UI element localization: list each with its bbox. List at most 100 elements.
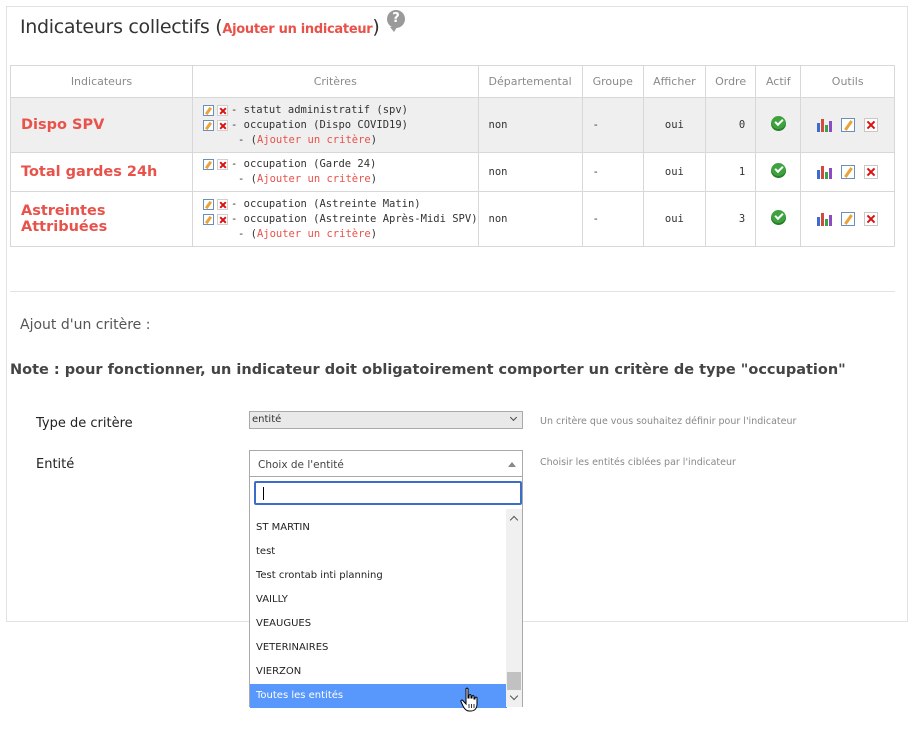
add-criterion-link[interactable]: Ajouter un critère	[257, 133, 371, 148]
entity-dropdown: ST MARTIN test Test crontab inti plannin…	[249, 476, 523, 708]
header-outils: Outils	[800, 65, 895, 98]
add-criterion-suffix: )	[370, 227, 378, 240]
active-check-icon[interactable]	[770, 210, 786, 225]
edit-criterion-icon[interactable]	[202, 104, 214, 116]
chart-icon[interactable]	[817, 212, 833, 226]
entity-placeholder: Choix de l'entité	[258, 459, 344, 471]
text-caret	[263, 487, 264, 500]
entity-option[interactable]: test	[250, 540, 507, 564]
scroll-up-icon[interactable]	[509, 515, 519, 525]
criterion-text: - occupation (Dispo COVID19)	[230, 118, 408, 131]
criterion-text: - statut administratif (spv)	[230, 103, 408, 116]
page-title: Indicateurs collectifs (Ajouter un indic…	[20, 16, 380, 38]
departemental-cell: non	[477, 152, 583, 192]
afficher-cell: oui	[642, 152, 706, 192]
table-row: Total gardes 24h - occupation (Garde 24)…	[10, 152, 895, 192]
criterion-type-value: entité	[252, 414, 282, 425]
criterion-type-hint: Un critère que vous souhaitez définir po…	[540, 416, 797, 427]
table-row: Astreintes Attribuées - occupation (Astr…	[10, 191, 895, 247]
criterion-item: - occupation (Astreinte Matin)	[202, 197, 478, 212]
criterion-text: - occupation (Astreinte Après-Midi SPV)	[230, 212, 478, 225]
entity-option[interactable]: VETERINAIRES	[250, 636, 507, 660]
actif-cell	[755, 152, 802, 192]
groupe-cell: -	[581, 152, 644, 192]
entity-hint: Choisir les entités ciblées par l'indica…	[540, 457, 736, 468]
add-criterion-line: - (Ajouter un critère)	[203, 133, 478, 148]
tools-cell	[800, 191, 895, 247]
edit-criterion-icon[interactable]	[202, 198, 214, 210]
entity-option[interactable]: Test crontab inti planning	[250, 564, 507, 588]
entity-option[interactable]: VAILLY	[250, 588, 507, 612]
edit-criterion-icon[interactable]	[202, 213, 214, 225]
header-afficher: Afficher	[642, 65, 706, 98]
criterion-type-select[interactable]: entité	[249, 411, 523, 429]
entity-options-list: ST MARTIN test Test crontab inti plannin…	[250, 516, 507, 708]
add-criterion-prefix: - (	[237, 227, 257, 240]
header-groupe: Groupe	[581, 65, 644, 98]
entity-option[interactable]: VEAUGUES	[250, 612, 507, 636]
hand-cursor-icon	[460, 687, 478, 712]
indicator-name[interactable]: Astreintes Attribuées	[10, 191, 193, 247]
criteria-cell: - occupation (Astreinte Matin) - occupat…	[191, 191, 479, 247]
active-check-icon[interactable]	[770, 116, 786, 131]
header-criteres: Critères	[191, 65, 479, 98]
entity-search-input[interactable]	[254, 481, 522, 505]
entity-option[interactable]: ST MARTIN	[250, 516, 507, 540]
entity-select[interactable]: Choix de l'entité	[249, 450, 523, 476]
indicator-name[interactable]: Total gardes 24h	[10, 152, 193, 192]
delete-criterion-icon[interactable]	[216, 198, 228, 210]
ordre-cell: 1	[704, 152, 757, 192]
add-criterion-suffix: )	[370, 173, 378, 185]
criterion-item: - occupation (Garde 24)	[202, 157, 478, 172]
add-indicator-link[interactable]: Ajouter un indicateur	[222, 22, 372, 37]
edit-icon[interactable]	[841, 118, 856, 132]
delete-criterion-icon[interactable]	[216, 119, 228, 131]
criterion-item: - occupation (Dispo COVID19)	[202, 118, 478, 133]
departemental-cell: non	[477, 97, 583, 153]
add-criterion-line: - (Ajouter un critère)	[203, 227, 478, 242]
delete-icon[interactable]	[864, 165, 879, 179]
page-title-text: Indicateurs collectifs (	[20, 16, 223, 38]
delete-criterion-icon[interactable]	[216, 159, 228, 170]
scroll-down-icon[interactable]	[509, 691, 519, 701]
add-criterion-link[interactable]: Ajouter un critère	[257, 227, 371, 242]
criterion-type-label: Type de critère	[36, 416, 133, 431]
add-criterion-prefix: - (	[237, 133, 257, 146]
delete-criterion-icon[interactable]	[216, 104, 228, 116]
dropdown-scrollbar[interactable]	[506, 509, 522, 707]
edit-criterion-icon[interactable]	[202, 159, 214, 170]
delete-icon[interactable]	[864, 212, 879, 226]
groupe-cell: -	[581, 97, 644, 153]
page-title-close: )	[372, 16, 380, 38]
add-criterion-prefix: - (	[237, 173, 257, 185]
scrollbar-thumb[interactable]	[507, 672, 521, 690]
ordre-cell: 0	[704, 97, 757, 153]
edit-criterion-icon[interactable]	[202, 119, 214, 131]
table-header-row: Indicateurs Critères Départemental Group…	[10, 65, 895, 98]
actif-cell	[755, 191, 802, 247]
afficher-cell: oui	[642, 191, 706, 247]
help-icon[interactable]: ?	[387, 10, 405, 32]
actif-cell	[755, 97, 802, 153]
criterion-item: - statut administratif (spv)	[202, 103, 478, 118]
tools-cell	[800, 97, 895, 153]
chevron-down-icon	[509, 413, 518, 422]
ordre-cell: 3	[704, 191, 757, 247]
chevron-up-icon	[508, 462, 516, 467]
criteria-cell: - statut administratif (spv) - occupatio…	[191, 97, 479, 153]
add-criterion-link[interactable]: Ajouter un critère	[257, 172, 371, 187]
active-check-icon[interactable]	[770, 163, 786, 178]
criterion-text: - occupation (Astreinte Matin)	[230, 197, 421, 210]
edit-icon[interactable]	[841, 212, 856, 226]
delete-icon[interactable]	[864, 118, 879, 132]
edit-icon[interactable]	[841, 165, 856, 179]
section-divider	[10, 291, 895, 292]
delete-criterion-icon[interactable]	[216, 213, 228, 225]
indicator-name[interactable]: Dispo SPV	[10, 97, 193, 153]
chart-icon[interactable]	[817, 118, 833, 132]
chart-icon[interactable]	[817, 165, 833, 179]
tools-cell	[800, 152, 895, 192]
entity-option[interactable]: VIERZON	[250, 660, 507, 684]
afficher-cell: oui	[642, 97, 706, 153]
add-criterion-line: - (Ajouter un critère)	[203, 172, 478, 187]
